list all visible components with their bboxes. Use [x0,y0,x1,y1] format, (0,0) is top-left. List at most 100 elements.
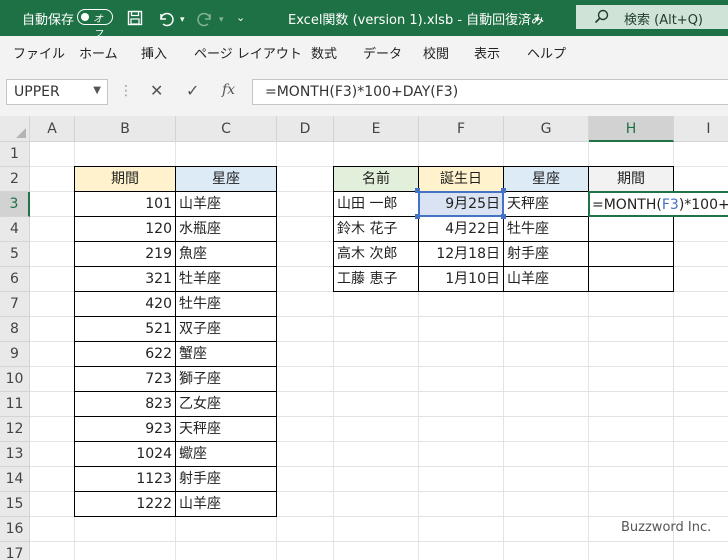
tab-review[interactable]: 校閲 [423,43,449,62]
tab-page-layout[interactable]: ページ レイアウト [194,43,302,62]
select-all-corner[interactable] [0,116,30,142]
tab-formulas[interactable]: 数式 [311,43,337,62]
cancel-icon[interactable]: ✕ [150,81,163,100]
table-cell[interactable]: 牡牛座 [503,216,589,242]
undo-icon[interactable] [157,9,175,30]
row-header-14[interactable]: 14 [0,467,30,492]
tab-help[interactable]: ヘルプ [527,43,566,62]
row-header-1[interactable]: 1 [0,142,30,167]
table-cell[interactable] [588,241,674,267]
table-cell[interactable]: 蟹座 [175,341,277,367]
table-cell[interactable] [588,216,674,242]
tab-insert[interactable]: 挿入 [141,43,167,62]
table-cell[interactable]: 天秤座 [175,416,277,442]
table-cell[interactable]: 823 [74,391,176,417]
row-header-12[interactable]: 12 [0,417,30,442]
tab-view[interactable]: 表示 [474,43,500,62]
table-cell[interactable]: 622 [74,341,176,367]
table-cell[interactable]: 水瓶座 [175,216,277,242]
formula-input[interactable]: =MONTH(F3)*100+DAY(F3) [252,79,728,105]
table-cell[interactable]: 射手座 [503,241,589,267]
table-cell[interactable]: 牡羊座 [175,266,277,292]
table-cell[interactable]: 923 [74,416,176,442]
name-box[interactable]: UPPER ▼ [6,79,108,105]
table-cell[interactable]: 山羊座 [503,266,589,292]
table-cell[interactable]: 4月22日 [418,216,504,242]
column-header-h[interactable]: H [589,116,674,142]
table-cell[interactable]: 1222 [74,491,176,517]
row-header-8[interactable]: 8 [0,317,30,342]
table-header-cell[interactable]: 名前 [333,166,419,192]
table-cell[interactable]: 321 [74,266,176,292]
table-cell[interactable]: 蠍座 [175,441,277,467]
table-cell[interactable]: 乙女座 [175,391,277,417]
search-box[interactable]: 検索 (Alt+Q) [576,5,728,29]
table-cell[interactable]: 723 [74,366,176,392]
column-header-i[interactable]: I [674,116,728,142]
row-header-7[interactable]: 7 [0,292,30,317]
table-cell[interactable]: 120 [74,216,176,242]
insert-function-icon[interactable]: fx [222,82,235,98]
row-header-15[interactable]: 15 [0,492,30,517]
redo-dropdown-icon[interactable]: ▾ [219,12,224,28]
name-box-dropdown-icon[interactable]: ▼ [93,85,101,96]
table-cell[interactable]: 1024 [74,441,176,467]
table-cell[interactable]: 521 [74,316,176,342]
column-header-b[interactable]: B [75,116,176,142]
row-header-16[interactable]: 16 [0,517,30,542]
table-cell[interactable]: 工藤 恵子 [333,266,419,292]
row-header-17[interactable]: 17 [0,542,30,560]
table-cell[interactable]: 12月18日 [418,241,504,267]
table-cell[interactable]: 101 [74,191,176,217]
customize-toolbar-icon[interactable]: ⌄ [236,10,245,26]
row-header-10[interactable]: 10 [0,367,30,392]
row-header-11[interactable]: 11 [0,392,30,417]
table-cell[interactable]: 魚座 [175,241,277,267]
enter-icon[interactable]: ✓ [186,81,199,100]
autosave-toggle[interactable]: オフ [77,9,113,40]
active-cell-editor[interactable]: =MONTH(F3)*100+ [588,191,728,217]
column-header-f[interactable]: F [419,116,504,142]
table-cell[interactable]: 山田 一郎 [333,191,419,217]
row-header-13[interactable]: 13 [0,442,30,467]
reference-handle[interactable] [501,214,506,219]
table-header-cell[interactable]: 誕生日 [418,166,504,192]
row-header-2[interactable]: 2 [0,167,30,192]
table-cell[interactable]: 山羊座 [175,191,277,217]
table-cell[interactable]: 219 [74,241,176,267]
row-header-5[interactable]: 5 [0,242,30,267]
table-cell[interactable]: 1月10日 [418,266,504,292]
column-header-c[interactable]: C [176,116,277,142]
column-header-e[interactable]: E [334,116,419,142]
row-header-6[interactable]: 6 [0,267,30,292]
table-header-cell[interactable]: 星座 [503,166,589,192]
tab-file[interactable]: ファイル [13,43,65,62]
table-header-cell[interactable]: 期間 [74,166,176,192]
table-cell[interactable]: 天秤座 [503,191,589,217]
undo-dropdown-icon[interactable]: ▾ [180,12,185,28]
tab-home[interactable]: ホーム [79,43,118,62]
table-cell[interactable]: 射手座 [175,466,277,492]
reference-handle[interactable] [501,188,506,193]
table-cell[interactable]: 鈴木 花子 [333,216,419,242]
column-header-g[interactable]: G [504,116,589,142]
worksheet-grid[interactable]: A B C D E F G H I 1 2 3 4 5 6 7 8 9 10 1… [0,116,728,560]
table-cell[interactable]: 山羊座 [175,491,277,517]
save-icon[interactable] [127,10,143,29]
row-header-9[interactable]: 9 [0,342,30,367]
column-header-a[interactable]: A [30,116,75,142]
table-cell[interactable]: 420 [74,291,176,317]
column-header-d[interactable]: D [277,116,334,142]
table-header-cell[interactable]: 期間 [588,166,674,192]
formula-bar-grip-icon[interactable]: ⋮ [119,83,133,99]
tab-data[interactable]: データ [363,43,402,62]
table-cell[interactable]: 牡牛座 [175,291,277,317]
table-cell[interactable]: 高木 次郎 [333,241,419,267]
table-cell[interactable] [588,266,674,292]
reference-handle[interactable] [415,214,420,219]
redo-icon[interactable] [196,9,214,30]
table-cell[interactable]: 双子座 [175,316,277,342]
table-cell[interactable]: 獅子座 [175,366,277,392]
table-header-cell[interactable]: 星座 [175,166,277,192]
reference-handle[interactable] [415,188,420,193]
